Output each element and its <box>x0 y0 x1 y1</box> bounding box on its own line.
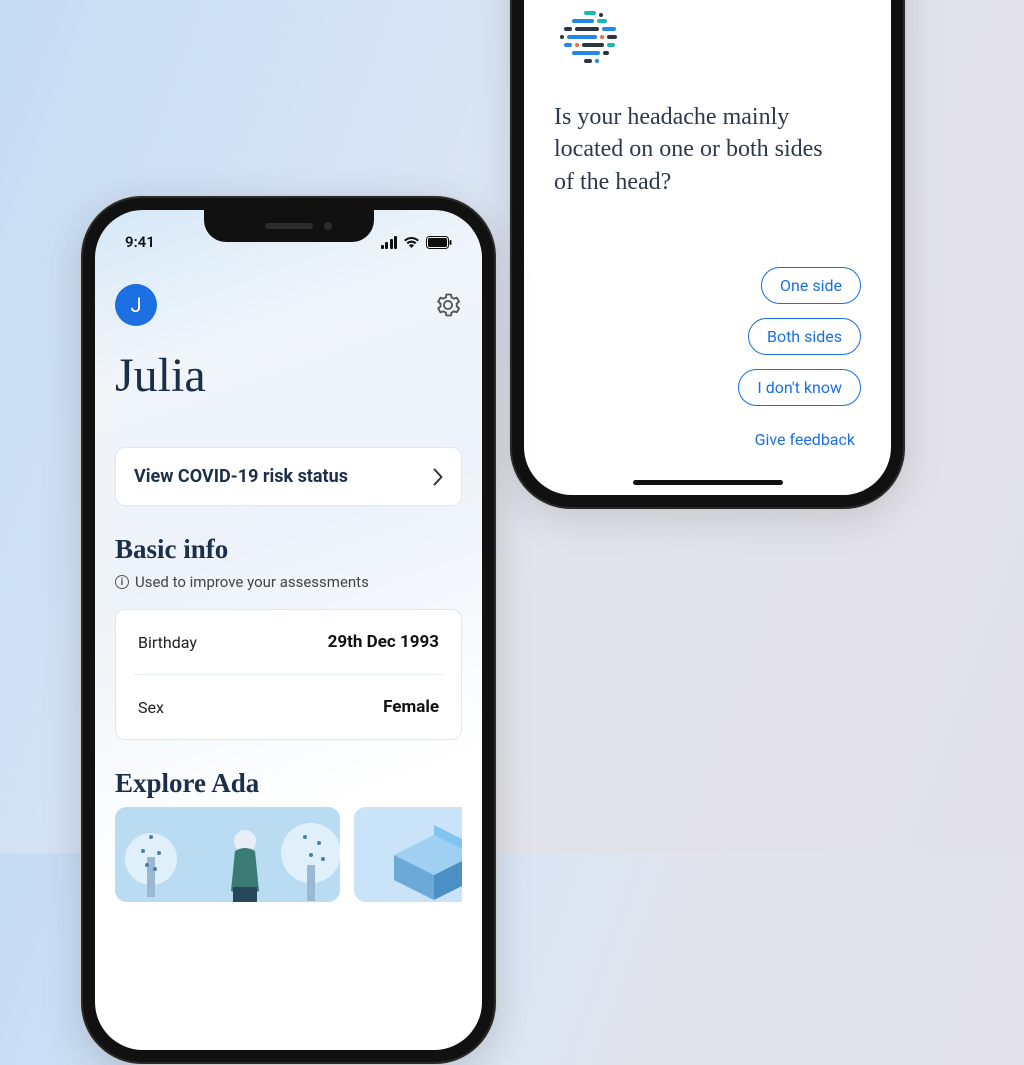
covid-status-card[interactable]: View COVID-19 risk status <box>115 447 462 506</box>
option-dont-know[interactable]: I don't know <box>738 369 861 406</box>
basic-info-card: Birthday 29th Dec 1993 Sex Female <box>115 609 462 740</box>
gear-icon <box>434 291 462 319</box>
settings-button[interactable] <box>434 291 462 319</box>
phone-screen: 9:41 J <box>95 210 482 1050</box>
option-one-side[interactable]: One side <box>761 267 861 304</box>
info-row-birthday[interactable]: Birthday 29th Dec 1993 <box>134 610 443 674</box>
phone-screen: Is your headache mainly located on one o… <box>524 0 891 495</box>
row-value: Female <box>383 697 439 717</box>
row-key: Sex <box>138 698 164 717</box>
explore-heading: Explore Ada <box>115 768 462 799</box>
give-feedback-link[interactable]: Give feedback <box>755 430 861 449</box>
answer-options: One side Both sides I don't know Give fe… <box>554 267 861 449</box>
phone-notch <box>204 210 374 242</box>
wifi-icon <box>403 236 420 249</box>
phone-frame: 9:41 J <box>80 195 497 1065</box>
row-value: 29th Dec 1993 <box>328 632 439 652</box>
explore-cards <box>115 807 462 902</box>
row-key: Birthday <box>138 633 197 652</box>
status-time: 9:41 <box>125 233 155 251</box>
info-icon: i <box>115 575 129 589</box>
explore-card[interactable] <box>115 807 340 902</box>
chevron-right-icon <box>433 468 443 486</box>
explore-card[interactable] <box>354 807 462 902</box>
question-text: Is your headache mainly located on one o… <box>554 101 824 198</box>
cellular-icon <box>381 236 398 249</box>
home-indicator[interactable] <box>633 480 783 485</box>
basic-info-heading: Basic info <box>115 534 462 565</box>
ada-logo-icon <box>554 5 624 75</box>
page-title: Julia <box>115 348 462 403</box>
info-row-sex[interactable]: Sex Female <box>134 674 443 739</box>
basic-info-caption-text: Used to improve your assessments <box>135 573 369 591</box>
phone-left: 9:41 J <box>80 195 497 1065</box>
avatar[interactable]: J <box>115 284 157 326</box>
option-both-sides[interactable]: Both sides <box>748 318 861 355</box>
battery-icon <box>426 236 452 249</box>
phone-frame: Is your headache mainly located on one o… <box>509 0 906 510</box>
basic-info-caption: i Used to improve your assessments <box>115 573 462 591</box>
covid-status-label: View COVID-19 risk status <box>134 466 348 487</box>
phone-right: Is your headache mainly located on one o… <box>509 0 906 510</box>
